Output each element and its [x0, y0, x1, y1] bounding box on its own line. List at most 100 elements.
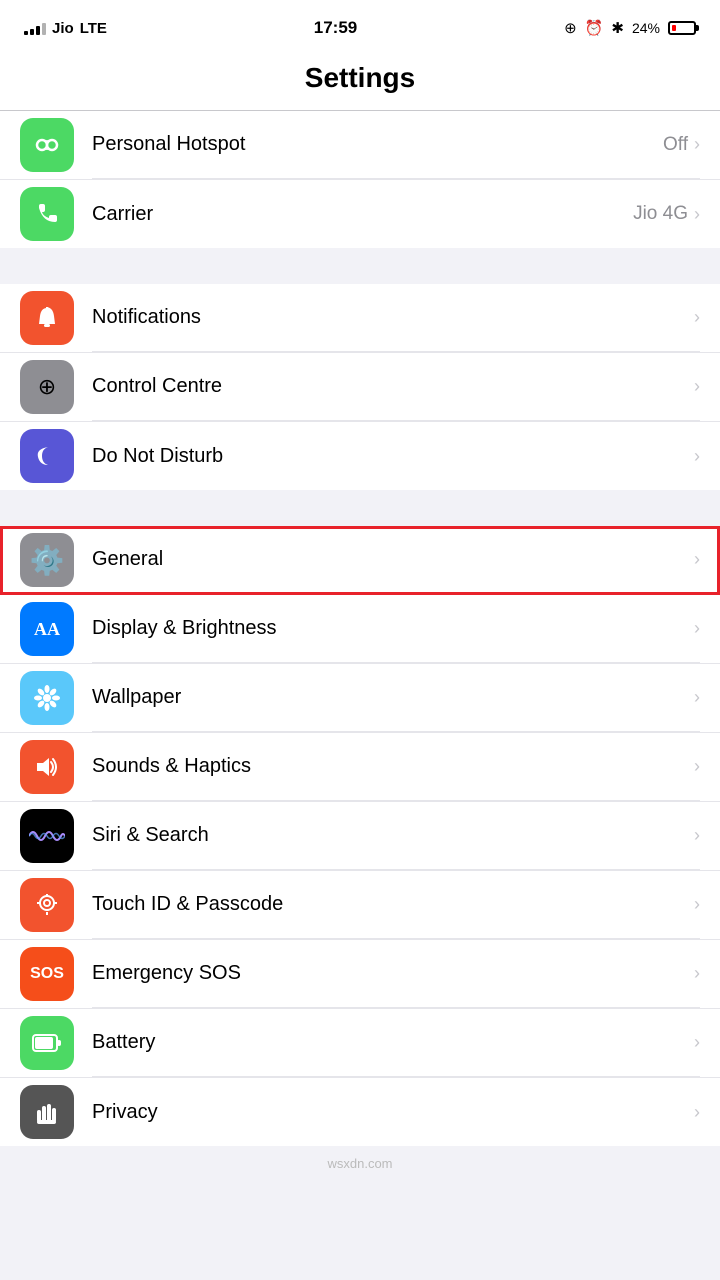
settings-item-carrier[interactable]: Carrier Jio 4G ›	[0, 180, 720, 248]
watermark: wsxdn.com	[0, 1146, 720, 1181]
item-content-do-not-disturb: Do Not Disturb ›	[92, 422, 700, 490]
item-right-display-brightness: ›	[694, 618, 700, 639]
page-title: Settings	[20, 62, 700, 94]
signal-bars	[24, 21, 46, 35]
chevron-wallpaper: ›	[694, 687, 700, 708]
chevron-notifications: ›	[694, 307, 700, 328]
icon-emergency-sos: SOS	[20, 947, 74, 1001]
item-content-general: General ›	[92, 526, 700, 594]
settings-item-notifications[interactable]: Notifications ›	[0, 284, 720, 353]
item-right-control-centre: ›	[694, 376, 700, 397]
chevron-personal-hotspot: ›	[694, 134, 700, 155]
settings-group-system1: Notifications › ⊕ Control Centre › Do Not Di…	[0, 284, 720, 490]
item-content-siri-search: Siri & Search ›	[92, 802, 700, 870]
item-right-wallpaper: ›	[694, 687, 700, 708]
settings-group-connectivity: Personal Hotspot Off › Carrier Jio 4G ›	[0, 111, 720, 248]
status-right: ⊕ ⏰ ✱ 24%	[564, 19, 696, 37]
item-content-control-centre: Control Centre ›	[92, 353, 700, 421]
icon-general: ⚙️	[20, 533, 74, 587]
item-right-battery: ›	[694, 1032, 700, 1053]
carrier-label: Jio	[52, 20, 74, 37]
settings-item-display-brightness[interactable]: AA Display & Brightness ›	[0, 595, 720, 664]
item-label-wallpaper: Wallpaper	[92, 686, 181, 709]
bluetooth-icon: ✱	[611, 19, 624, 37]
item-label-control-centre: Control Centre	[92, 375, 222, 398]
icon-notifications	[20, 291, 74, 345]
settings-item-siri-search[interactable]: Siri & Search ›	[0, 802, 720, 871]
battery-percent: 24%	[632, 20, 660, 36]
settings-item-touch-id-passcode[interactable]: Touch ID & Passcode ›	[0, 871, 720, 940]
chevron-carrier: ›	[694, 204, 700, 225]
icon-personal-hotspot	[20, 118, 74, 172]
chevron-display-brightness: ›	[694, 618, 700, 639]
settings-item-privacy[interactable]: Privacy ›	[0, 1078, 720, 1146]
settings-item-do-not-disturb[interactable]: Do Not Disturb ›	[0, 422, 720, 490]
settings-container: Personal Hotspot Off › Carrier Jio 4G › Noti…	[0, 111, 720, 1146]
item-right-emergency-sos: ›	[694, 963, 700, 984]
item-right-touch-id-passcode: ›	[694, 894, 700, 915]
battery-indicator	[668, 21, 696, 35]
item-content-emergency-sos: Emergency SOS ›	[92, 940, 700, 1008]
icon-wallpaper	[20, 671, 74, 725]
settings-item-general[interactable]: ⚙️ General ›	[0, 526, 720, 595]
network-type: LTE	[80, 20, 107, 37]
item-content-battery: Battery ›	[92, 1009, 700, 1077]
chevron-control-centre: ›	[694, 376, 700, 397]
settings-item-emergency-sos[interactable]: SOS Emergency SOS ›	[0, 940, 720, 1009]
item-value-carrier: Jio 4G	[633, 203, 688, 225]
item-right-privacy: ›	[694, 1102, 700, 1123]
status-bar: Jio LTE 17:59 ⊕ ⏰ ✱ 24%	[0, 0, 720, 50]
item-label-carrier: Carrier	[92, 203, 153, 226]
icon-display-brightness: AA	[20, 602, 74, 656]
chevron-battery: ›	[694, 1032, 700, 1053]
alarm-icon: ⏰	[585, 19, 604, 37]
group-separator	[0, 248, 720, 284]
item-label-battery: Battery	[92, 1031, 155, 1054]
item-content-sounds-haptics: Sounds & Haptics ›	[92, 733, 700, 801]
settings-group-system2: ⚙️ General › AA Display & Brightness › Wallpa…	[0, 526, 720, 1146]
item-content-privacy: Privacy ›	[92, 1078, 700, 1146]
chevron-do-not-disturb: ›	[694, 446, 700, 467]
icon-carrier	[20, 187, 74, 241]
item-label-personal-hotspot: Personal Hotspot	[92, 133, 245, 156]
item-label-display-brightness: Display & Brightness	[92, 617, 277, 640]
settings-item-sounds-haptics[interactable]: Sounds & Haptics ›	[0, 733, 720, 802]
item-right-personal-hotspot: Off ›	[663, 134, 700, 156]
item-content-notifications: Notifications ›	[92, 284, 700, 352]
settings-item-personal-hotspot[interactable]: Personal Hotspot Off ›	[0, 111, 720, 180]
item-content-touch-id-passcode: Touch ID & Passcode ›	[92, 871, 700, 939]
item-label-do-not-disturb: Do Not Disturb	[92, 445, 223, 468]
item-right-do-not-disturb: ›	[694, 446, 700, 467]
icon-privacy	[20, 1085, 74, 1139]
item-label-emergency-sos: Emergency SOS	[92, 962, 241, 985]
item-content-carrier: Carrier Jio 4G ›	[92, 180, 700, 248]
item-label-sounds-haptics: Sounds & Haptics	[92, 755, 251, 778]
icon-touch-id-passcode	[20, 878, 74, 932]
icon-do-not-disturb	[20, 429, 74, 483]
icon-siri-search	[20, 809, 74, 863]
item-right-general: ›	[694, 549, 700, 570]
icon-sounds-haptics	[20, 740, 74, 794]
settings-item-control-centre[interactable]: ⊕ Control Centre ›	[0, 353, 720, 422]
chevron-emergency-sos: ›	[694, 963, 700, 984]
item-right-carrier: Jio 4G ›	[633, 203, 700, 225]
settings-item-battery[interactable]: Battery ›	[0, 1009, 720, 1078]
item-right-notifications: ›	[694, 307, 700, 328]
item-label-privacy: Privacy	[92, 1101, 158, 1124]
item-label-notifications: Notifications	[92, 306, 201, 329]
location-icon: ⊕	[564, 19, 577, 37]
item-right-sounds-haptics: ›	[694, 756, 700, 777]
item-right-siri-search: ›	[694, 825, 700, 846]
item-label-touch-id-passcode: Touch ID & Passcode	[92, 893, 283, 916]
item-label-general: General	[92, 548, 163, 571]
status-left: Jio LTE	[24, 20, 107, 37]
item-content-display-brightness: Display & Brightness ›	[92, 595, 700, 663]
settings-item-wallpaper[interactable]: Wallpaper ›	[0, 664, 720, 733]
chevron-siri-search: ›	[694, 825, 700, 846]
item-value-personal-hotspot: Off	[663, 134, 688, 156]
icon-control-centre: ⊕	[20, 360, 74, 414]
group-separator	[0, 490, 720, 526]
item-content-personal-hotspot: Personal Hotspot Off ›	[92, 111, 700, 179]
page-header: Settings	[0, 50, 720, 111]
item-label-siri-search: Siri & Search	[92, 824, 209, 847]
